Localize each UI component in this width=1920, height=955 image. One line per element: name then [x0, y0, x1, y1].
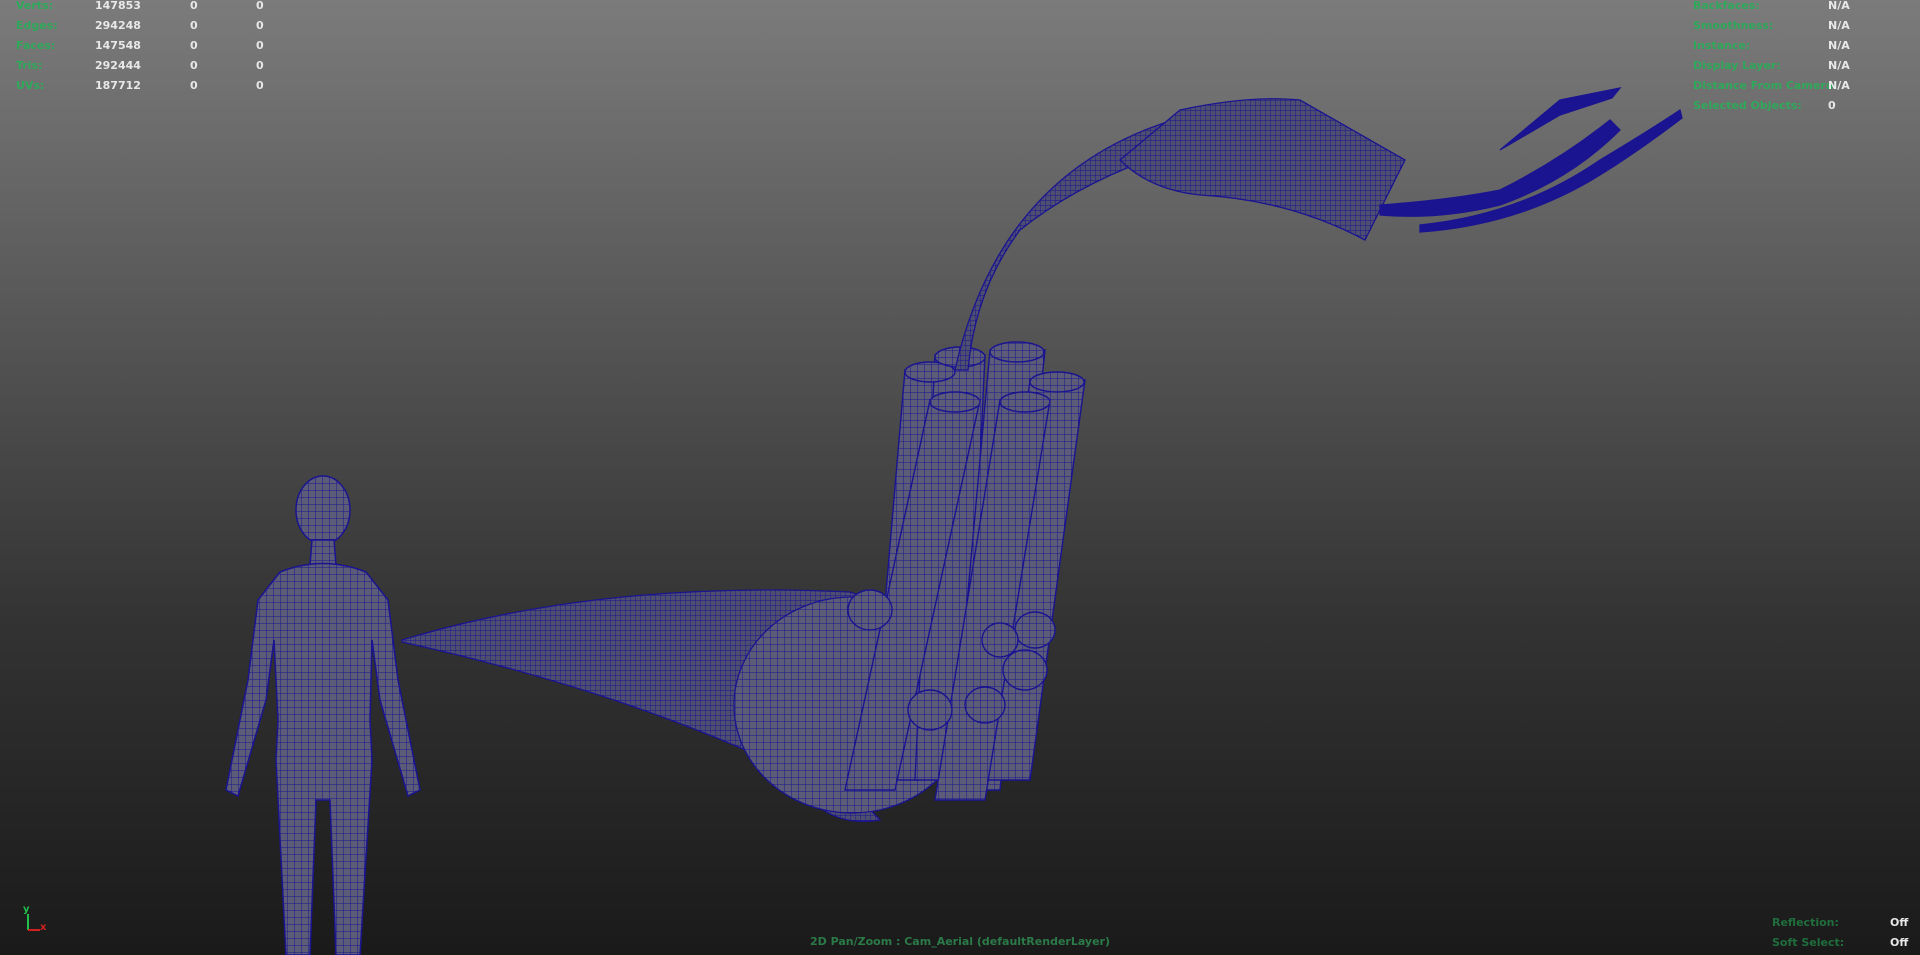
axis-x-label: x	[40, 922, 47, 933]
hud-label: Instance:	[1693, 39, 1751, 52]
hud-label: Reflection:	[1772, 916, 1839, 929]
hud-row-instance: Instance: N/A	[1693, 36, 1913, 56]
hud-value: 0	[190, 39, 198, 52]
hud-row-reflection: Reflection: Off	[1772, 913, 1912, 933]
hud-value: 0	[256, 19, 264, 32]
hud-value: 0	[1828, 99, 1836, 112]
hud-value: 147548	[95, 39, 141, 52]
hud-row-faces: Faces: 147548 0 0	[16, 36, 276, 56]
hud-value: N/A	[1828, 19, 1850, 32]
hud-row-display-layer: Display Layer: N/A	[1693, 56, 1913, 76]
hud-label: Backfaces:	[1693, 0, 1760, 12]
hud-row-edges: Edges: 294248 0 0	[16, 16, 276, 36]
upper-horn-mesh[interactable]	[954, 87, 1683, 371]
axis-y-label: y	[23, 904, 30, 915]
hud-label: Faces:	[16, 39, 56, 52]
hud-label: Tris:	[16, 59, 43, 72]
hud-row-smoothness: Smoothness: N/A	[1693, 16, 1913, 36]
hud-row-distance: Distance From Camera: N/A	[1693, 76, 1913, 96]
hud-row-backfaces: Backfaces: N/A	[1693, 0, 1913, 16]
object-details-hud: Backfaces: N/A Smoothness: N/A Instance:…	[1693, 0, 1913, 116]
hud-row-uvs: UVs: 187712 0 0	[16, 76, 276, 96]
hud-value: Off	[1890, 916, 1909, 929]
hud-value: 292444	[95, 59, 141, 72]
hud-value: N/A	[1828, 79, 1850, 92]
hud-value: 0	[190, 79, 198, 92]
hud-label: Verts:	[16, 0, 54, 12]
viewport-scene[interactable]	[0, 0, 1920, 955]
hud-value: 0	[190, 0, 198, 12]
hud-value: 0	[256, 39, 264, 52]
hud-value: N/A	[1828, 59, 1850, 72]
hud-value: 294248	[95, 19, 141, 32]
human-figure-mesh[interactable]	[225, 475, 421, 955]
hud-label: Smoothness:	[1693, 19, 1774, 32]
poly-count-hud: Verts: 147853 0 0 Edges: 294248 0 0 Face…	[16, 0, 276, 96]
hud-label: UVs:	[16, 79, 45, 92]
hud-value: 0	[256, 79, 264, 92]
hud-label: Display Layer:	[1693, 59, 1781, 72]
axis-labels: y x	[18, 904, 48, 936]
hud-value: 0	[190, 59, 198, 72]
hud-value: N/A	[1828, 39, 1850, 52]
hud-row-tris: Tris: 292444 0 0	[16, 56, 276, 76]
hud-value: 187712	[95, 79, 141, 92]
hud-value: 147853	[95, 0, 141, 12]
hud-label: Distance From Camera:	[1693, 79, 1838, 92]
hud-value: 0	[256, 0, 264, 12]
hud-value: 0	[256, 59, 264, 72]
hud-value: 0	[190, 19, 198, 32]
viewport-camera-caption: 2D Pan/Zoom : Cam_Aerial (defaultRenderL…	[809, 935, 1111, 948]
hud-value: N/A	[1828, 0, 1850, 12]
hud-row-verts: Verts: 147853 0 0	[16, 0, 276, 16]
hud-label: Selected Objects:	[1693, 99, 1802, 112]
hud-row-selected: Selected Objects: 0	[1693, 96, 1913, 116]
hud-label: Edges:	[16, 19, 58, 32]
tube-bundle-mesh[interactable]	[844, 341, 1086, 801]
